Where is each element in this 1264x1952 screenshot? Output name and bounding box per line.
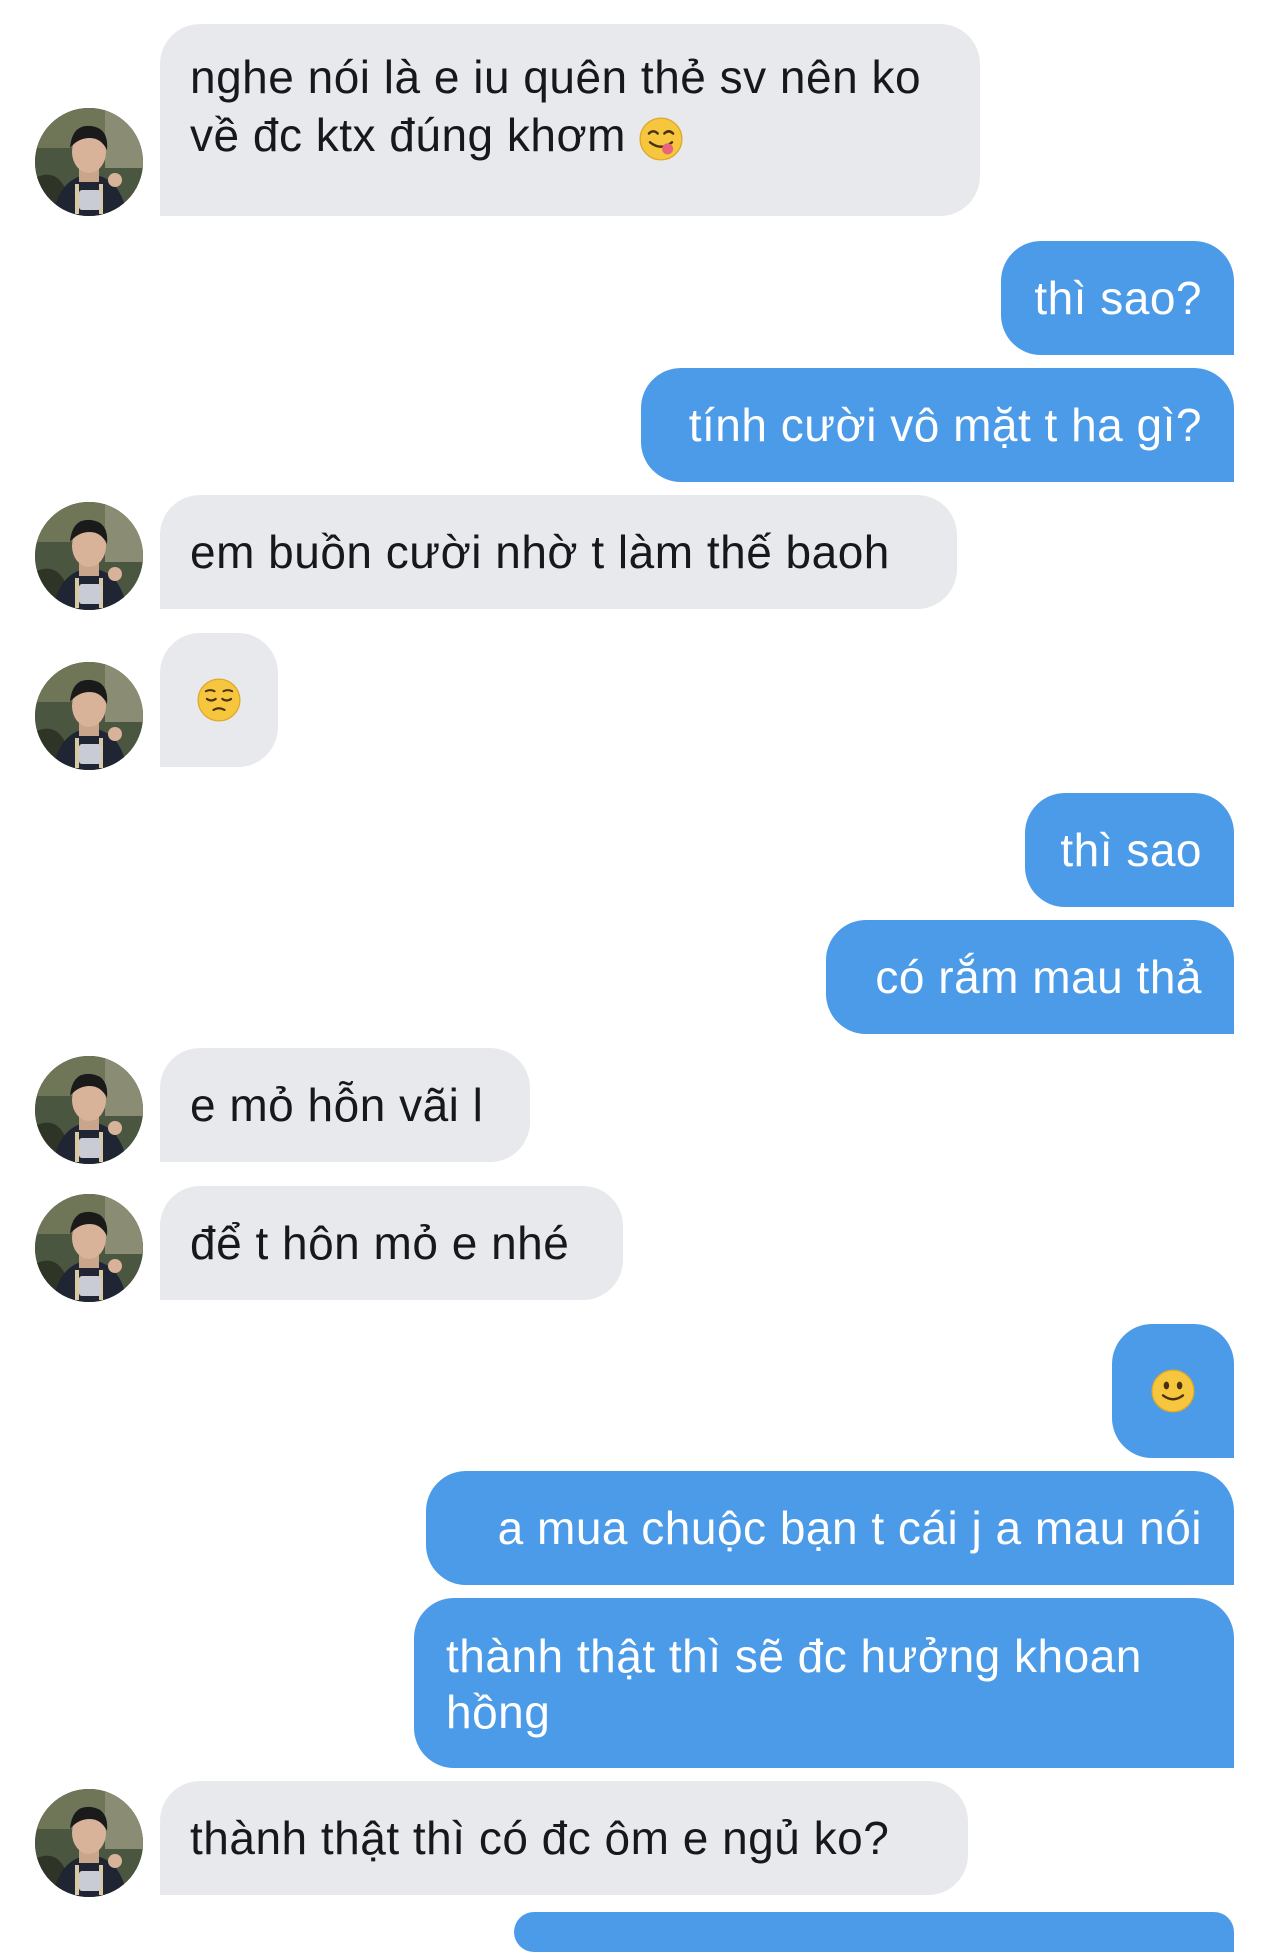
message-bubble-outgoing-partial[interactable] <box>514 1912 1234 1952</box>
avatar[interactable] <box>35 1789 143 1897</box>
profile-photo <box>35 502 143 610</box>
message-bubble-incoming[interactable] <box>160 633 278 767</box>
profile-photo <box>35 108 143 216</box>
message-bubble-incoming[interactable]: nghe nói là e iu quên thẻ sv nên ko về đ… <box>160 24 980 216</box>
message-bubble-incoming[interactable]: e mỏ hỗn vãi l <box>160 1048 530 1162</box>
avatar[interactable] <box>35 108 143 216</box>
profile-photo <box>35 1056 143 1164</box>
slightly-smiling-face-emoji-icon <box>1151 1369 1195 1413</box>
message-bubble-outgoing[interactable]: tính cười vô mặt t ha gì? <box>641 368 1234 482</box>
message-text: thì sao <box>1060 824 1202 876</box>
message-text: để t hôn mỏ e nhé <box>190 1217 570 1269</box>
message-bubble-outgoing[interactable]: có rắm mau thả <box>826 920 1234 1034</box>
message-text: e mỏ hỗn vãi l <box>190 1079 484 1131</box>
yum-face-emoji-icon <box>639 116 684 161</box>
message-text: em buồn cười nhờ t làm thế baoh <box>190 526 890 578</box>
message-text: có rắm mau thả <box>875 951 1202 1003</box>
avatar[interactable] <box>35 502 143 610</box>
message-bubble-outgoing[interactable]: thì sao? <box>1001 241 1234 355</box>
avatar[interactable] <box>35 1194 143 1302</box>
avatar[interactable] <box>35 1056 143 1164</box>
message-bubble-outgoing[interactable]: thì sao <box>1025 793 1234 907</box>
message-text: thì sao? <box>1034 272 1202 324</box>
message-bubble-incoming[interactable]: để t hôn mỏ e nhé <box>160 1186 623 1300</box>
profile-photo <box>35 1194 143 1302</box>
message-text: tính cười vô mặt t ha gì? <box>688 399 1202 451</box>
message-text: thành thật thì sẽ đc hưởng khoan hồng <box>446 1630 1142 1738</box>
pensive-face-emoji-icon <box>197 678 241 722</box>
message-bubble-outgoing[interactable] <box>1112 1324 1234 1458</box>
message-bubble-outgoing[interactable]: a mua chuộc bạn t cái j a mau nói <box>426 1471 1234 1585</box>
profile-photo <box>35 662 143 770</box>
profile-photo <box>35 1789 143 1897</box>
message-bubble-incoming[interactable]: thành thật thì có đc ôm e ngủ ko? <box>160 1781 968 1895</box>
message-bubble-outgoing[interactable]: thành thật thì sẽ đc hưởng khoan hồng <box>414 1598 1234 1768</box>
message-bubble-incoming[interactable]: em buồn cười nhờ t làm thế baoh <box>160 495 957 609</box>
message-text: a mua chuộc bạn t cái j a mau nói <box>497 1502 1202 1554</box>
avatar[interactable] <box>35 662 143 770</box>
message-text: thành thật thì có đc ôm e ngủ ko? <box>190 1812 890 1864</box>
message-text: nghe nói là e iu quên thẻ sv nên ko về đ… <box>190 51 922 161</box>
